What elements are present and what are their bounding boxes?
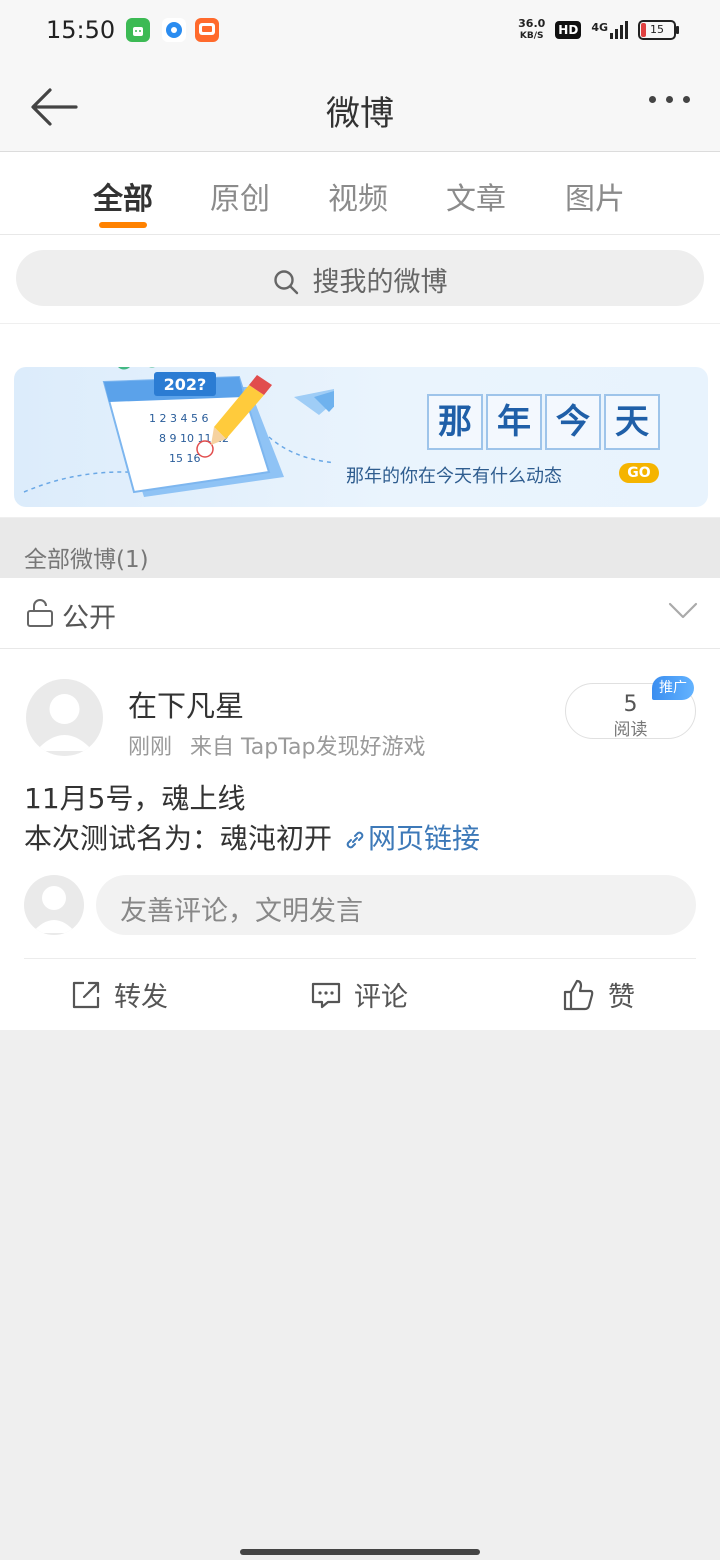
banner-title-char: 天 xyxy=(604,394,660,450)
svg-text:15 16: 15 16 xyxy=(169,452,201,465)
banner-title-char: 今 xyxy=(545,394,601,450)
network-speed-value: 36.0 xyxy=(518,17,546,30)
search-placeholder-wrap: 搜我的微博 xyxy=(16,260,704,299)
banner-go-button[interactable]: GO xyxy=(619,463,659,483)
post-text-line: 本次测试名为：魂沌初开 网页链接 xyxy=(24,817,480,857)
comment-input[interactable]: 友善评论，文明发言 xyxy=(96,875,696,935)
web-link[interactable]: 网页链接 xyxy=(332,822,480,855)
search-section: 搜我的微博 xyxy=(0,235,720,324)
post-username[interactable]: 在下凡星 xyxy=(128,683,244,725)
default-avatar-icon xyxy=(36,694,93,751)
svg-text:1 2 3 4 5 6: 1 2 3 4 5 6 xyxy=(149,412,208,425)
divider xyxy=(24,958,696,959)
tab-image[interactable]: 图片 xyxy=(555,174,635,218)
visibility-filter[interactable]: 公开 xyxy=(0,578,720,649)
comment-label: 评论 xyxy=(354,982,408,1013)
banner-title-char: 那 xyxy=(427,394,483,450)
more-dot-icon xyxy=(666,96,673,103)
tab-bar: 全部 原创 视频 文章 图片 xyxy=(0,152,720,235)
repost-button[interactable]: 转发 xyxy=(70,975,168,1014)
default-avatar-icon xyxy=(32,886,76,933)
link-icon xyxy=(346,831,364,849)
banner-subtitle: 那年的你在今天有什么动态 xyxy=(346,466,562,487)
like-button[interactable]: 赞 xyxy=(562,975,635,1014)
visibility-label: 公开 xyxy=(62,603,116,634)
battery-icon: 15 xyxy=(638,20,679,40)
on-this-day-banner[interactable]: 202? 1 2 3 4 5 6 8 9 10 11 12 15 16 那 年 … xyxy=(14,367,708,507)
my-avatar xyxy=(24,875,84,935)
unlock-icon xyxy=(27,599,53,627)
thumbs-up-icon xyxy=(563,979,594,1010)
comment-button[interactable]: 评论 xyxy=(310,975,408,1014)
tab-article[interactable]: 文章 xyxy=(436,174,516,218)
promote-badge[interactable]: 推广 xyxy=(652,676,694,700)
more-options-button[interactable] xyxy=(649,96,690,103)
app-notification-icon-taobao xyxy=(195,18,219,42)
post-text: 本次测试名为：魂沌初开 xyxy=(24,822,333,855)
hd-badge: HD xyxy=(555,21,582,39)
read-label: 阅读 xyxy=(613,720,648,740)
signal-icon: 4G xyxy=(591,21,628,39)
search-placeholder: 搜我的微博 xyxy=(312,267,448,298)
nav-bar: 微博 xyxy=(0,64,720,152)
tab-video[interactable]: 视频 xyxy=(318,174,398,218)
section-label: 全部微博(1) xyxy=(24,547,149,573)
calendar-year: 202? xyxy=(164,375,207,394)
tab-all[interactable]: 全部 xyxy=(83,174,163,218)
post-time: 刚刚 xyxy=(128,735,173,760)
app-notification-icon-blue xyxy=(162,18,186,42)
status-time: 15:50 xyxy=(46,16,116,44)
banner-title-char: 年 xyxy=(486,394,542,450)
post-source[interactable]: 来自 TapTap发现好游戏 xyxy=(190,735,425,760)
avatar[interactable] xyxy=(26,679,103,756)
network-speed-unit: KB/S xyxy=(519,31,544,41)
status-indicators: 36.0 KB/S HD 4G 15 xyxy=(518,18,679,42)
page-title: 微博 xyxy=(326,94,394,134)
more-dot-icon xyxy=(649,96,656,103)
search-icon xyxy=(273,270,298,295)
share-icon xyxy=(72,981,100,1008)
status-bar: 15:50 36.0 KB/S HD 4G 15 xyxy=(0,0,720,64)
network-speed: 36.0 KB/S xyxy=(518,18,545,42)
comment-placeholder: 友善评论，文明发言 xyxy=(120,896,363,927)
more-dot-icon xyxy=(683,96,690,103)
section-header: 全部微博(1) xyxy=(0,518,720,578)
battery-level: 15 xyxy=(650,23,664,36)
post-text-line: 11月5号，魂上线 xyxy=(24,782,246,815)
repost-label: 转发 xyxy=(114,982,168,1013)
chevron-down-icon xyxy=(668,602,698,619)
tab-original[interactable]: 原创 xyxy=(200,174,280,218)
web-link-label: 网页链接 xyxy=(368,822,481,855)
search-input[interactable]: 搜我的微博 xyxy=(16,250,704,306)
post-meta: 刚刚 来自 TapTap发现好游戏 xyxy=(128,729,426,761)
calendar-illustration-icon: 202? 1 2 3 4 5 6 8 9 10 11 12 15 16 xyxy=(23,367,334,497)
banner-section: 202? 1 2 3 4 5 6 8 9 10 11 12 15 16 那 年 … xyxy=(0,324,720,517)
post-card: 在下凡星 刚刚 来自 TapTap发现好游戏 5 阅读 推广 11月5号，魂上线 … xyxy=(0,649,720,1030)
banner-title: 那 年 今 天 xyxy=(427,394,660,450)
home-indicator[interactable] xyxy=(240,1549,480,1555)
comment-icon xyxy=(311,982,341,1008)
active-tab-indicator xyxy=(99,222,147,228)
app-notification-icon-green xyxy=(126,18,150,42)
network-type: 4G xyxy=(591,21,608,34)
like-label: 赞 xyxy=(608,982,635,1013)
